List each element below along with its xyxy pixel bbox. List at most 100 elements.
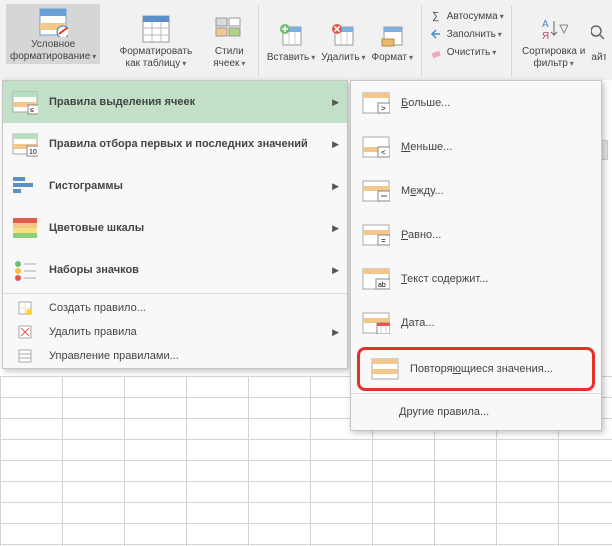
- format-as-table-label: Форматировать как таблицу: [111, 46, 200, 69]
- menu-divider: [3, 293, 347, 294]
- group-cells: Вставить Удалить Формат: [260, 2, 420, 78]
- insert-icon: [275, 19, 307, 51]
- fill-button[interactable]: Заполнить: [427, 26, 506, 42]
- menu-label: Цветовые шкалы: [49, 222, 332, 234]
- svg-text:Я: Я: [542, 31, 549, 42]
- menu-item-manage-rules[interactable]: Управление правилами...: [3, 344, 347, 368]
- group-styles2: Форматировать как таблицу Стили ячеек: [104, 2, 257, 78]
- menu-label: Создать правило...: [49, 302, 146, 314]
- separator: [258, 6, 259, 76]
- submenu-arrow-icon: ▶: [332, 327, 339, 338]
- submenu-text-contains[interactable]: ab Текст содержит...: [351, 257, 601, 301]
- menu-item-top-bottom[interactable]: 10 Правила отбора первых и последних зна…: [3, 123, 347, 165]
- menu-label: Правила отбора первых и последних значен…: [49, 138, 332, 150]
- clear-rules-icon: [17, 324, 33, 340]
- menu-item-highlight-rules[interactable]: ≤ Правила выделения ячеек ▶: [3, 81, 347, 123]
- menu-label: Повторяющиеся значения...: [410, 363, 553, 375]
- clear-icon: [429, 45, 443, 59]
- conditional-formatting-button[interactable]: Условное форматирование: [6, 4, 100, 64]
- menu-label: Между...: [401, 185, 444, 197]
- autosum-button[interactable]: ∑ Автосумма: [427, 8, 506, 24]
- menu-label: Гистограммы: [49, 180, 332, 192]
- submenu-date[interactable]: Дата...: [351, 301, 601, 345]
- top-bottom-icon: 10: [11, 130, 39, 158]
- submenu-arrow-icon: ▶: [332, 223, 339, 234]
- menu-label: Управление правилами...: [49, 350, 179, 362]
- menu-item-color-scales[interactable]: Цветовые шкалы ▶: [3, 207, 347, 249]
- sort-filter-button[interactable]: АЯ Сортировка и фильтр: [516, 11, 591, 71]
- insert-button[interactable]: Вставить: [264, 17, 318, 66]
- submenu-less-than[interactable]: < Меньше...: [351, 125, 601, 169]
- conditional-formatting-icon: [37, 6, 69, 38]
- menu-label: Равно...: [401, 229, 441, 241]
- submenu-duplicate-values[interactable]: Повторяющиеся значения...: [357, 347, 595, 391]
- highlight-rules-icon: ≤: [11, 88, 39, 116]
- svg-text:10: 10: [29, 149, 37, 156]
- greater-than-icon: >: [361, 91, 391, 115]
- menu-item-data-bars[interactable]: Гистограммы ▶: [3, 165, 347, 207]
- svg-text:ab: ab: [378, 282, 386, 289]
- delete-label: Удалить: [321, 52, 365, 64]
- group-sort: АЯ Сортировка и фильтр Найти: [512, 2, 610, 78]
- menu-label: Дата...: [401, 317, 435, 329]
- svg-text:=: =: [381, 236, 386, 245]
- submenu-arrow-icon: ▶: [332, 139, 339, 150]
- between-icon: [361, 179, 391, 203]
- fill-label: Заполнить: [447, 29, 502, 40]
- submenu-equal[interactable]: = Равно...: [351, 213, 601, 257]
- group-editing: ∑ Автосумма Заполнить Очистить: [423, 2, 510, 78]
- cell-styles-icon: [213, 13, 245, 45]
- less-than-icon: <: [361, 135, 391, 159]
- group-styles: Условное форматирование: [2, 2, 104, 78]
- highlight-rules-submenu: > Больше... < Меньше... Между... = Равно…: [350, 80, 602, 431]
- format-as-table-icon: [140, 13, 172, 45]
- submenu-other-rules[interactable]: Другие правила...: [351, 396, 601, 430]
- clear-label: Очистить: [447, 47, 497, 58]
- manage-rules-icon: [17, 348, 33, 364]
- data-bars-icon: [11, 172, 39, 200]
- separator: [421, 6, 422, 76]
- cell-styles-label: Стили ячеек: [208, 46, 250, 69]
- menu-label: Удалить правила: [49, 326, 137, 338]
- svg-text:<: <: [381, 148, 386, 157]
- menu-divider: [351, 393, 601, 394]
- ribbon: Условное форматирование Форматировать ка…: [0, 0, 612, 80]
- svg-text:А: А: [542, 19, 549, 30]
- new-rule-icon: [17, 300, 33, 316]
- find-label: Найти: [591, 52, 606, 64]
- menu-label: Правила выделения ячеек: [49, 96, 332, 108]
- sort-filter-label: Сортировка и фильтр: [519, 46, 588, 69]
- insert-label: Вставить: [267, 52, 315, 64]
- format-label: Формат: [371, 52, 413, 64]
- format-as-table-button[interactable]: Форматировать как таблицу: [108, 11, 203, 71]
- format-icon: [376, 19, 408, 51]
- format-button[interactable]: Формат: [368, 17, 416, 66]
- menu-item-icon-sets[interactable]: Наборы значков ▶: [3, 249, 347, 291]
- submenu-arrow-icon: ▶: [332, 97, 339, 108]
- svg-text:>: >: [381, 104, 386, 113]
- menu-label: Текст содержит...: [401, 273, 488, 285]
- delete-button[interactable]: Удалить: [318, 17, 368, 66]
- duplicate-values-icon: [370, 357, 400, 381]
- autosum-label: Автосумма: [447, 11, 504, 22]
- text-contains-icon: ab: [361, 267, 391, 291]
- submenu-greater-than[interactable]: > Больше...: [351, 81, 601, 125]
- conditional-formatting-label: Условное форматирование: [9, 39, 97, 62]
- find-icon: [591, 19, 606, 51]
- menu-label: Меньше...: [401, 141, 452, 153]
- date-icon: [361, 311, 391, 335]
- autosum-icon: ∑: [429, 9, 443, 23]
- menu-label: Больше...: [401, 97, 450, 109]
- menu-item-clear-rules[interactable]: Удалить правила ▶: [3, 320, 347, 344]
- separator: [511, 6, 512, 76]
- submenu-between[interactable]: Между...: [351, 169, 601, 213]
- clear-button[interactable]: Очистить: [427, 44, 506, 60]
- find-select-button[interactable]: Найти: [591, 17, 606, 66]
- submenu-arrow-icon: ▶: [332, 181, 339, 192]
- cell-styles-button[interactable]: Стили ячеек: [205, 11, 253, 71]
- delete-icon: [327, 19, 359, 51]
- menu-label: Наборы значков: [49, 264, 332, 276]
- conditional-formatting-menu: ≤ Правила выделения ячеек ▶ 10 Правила о…: [2, 80, 348, 369]
- equal-icon: =: [361, 223, 391, 247]
- menu-item-new-rule[interactable]: Создать правило...: [3, 296, 347, 320]
